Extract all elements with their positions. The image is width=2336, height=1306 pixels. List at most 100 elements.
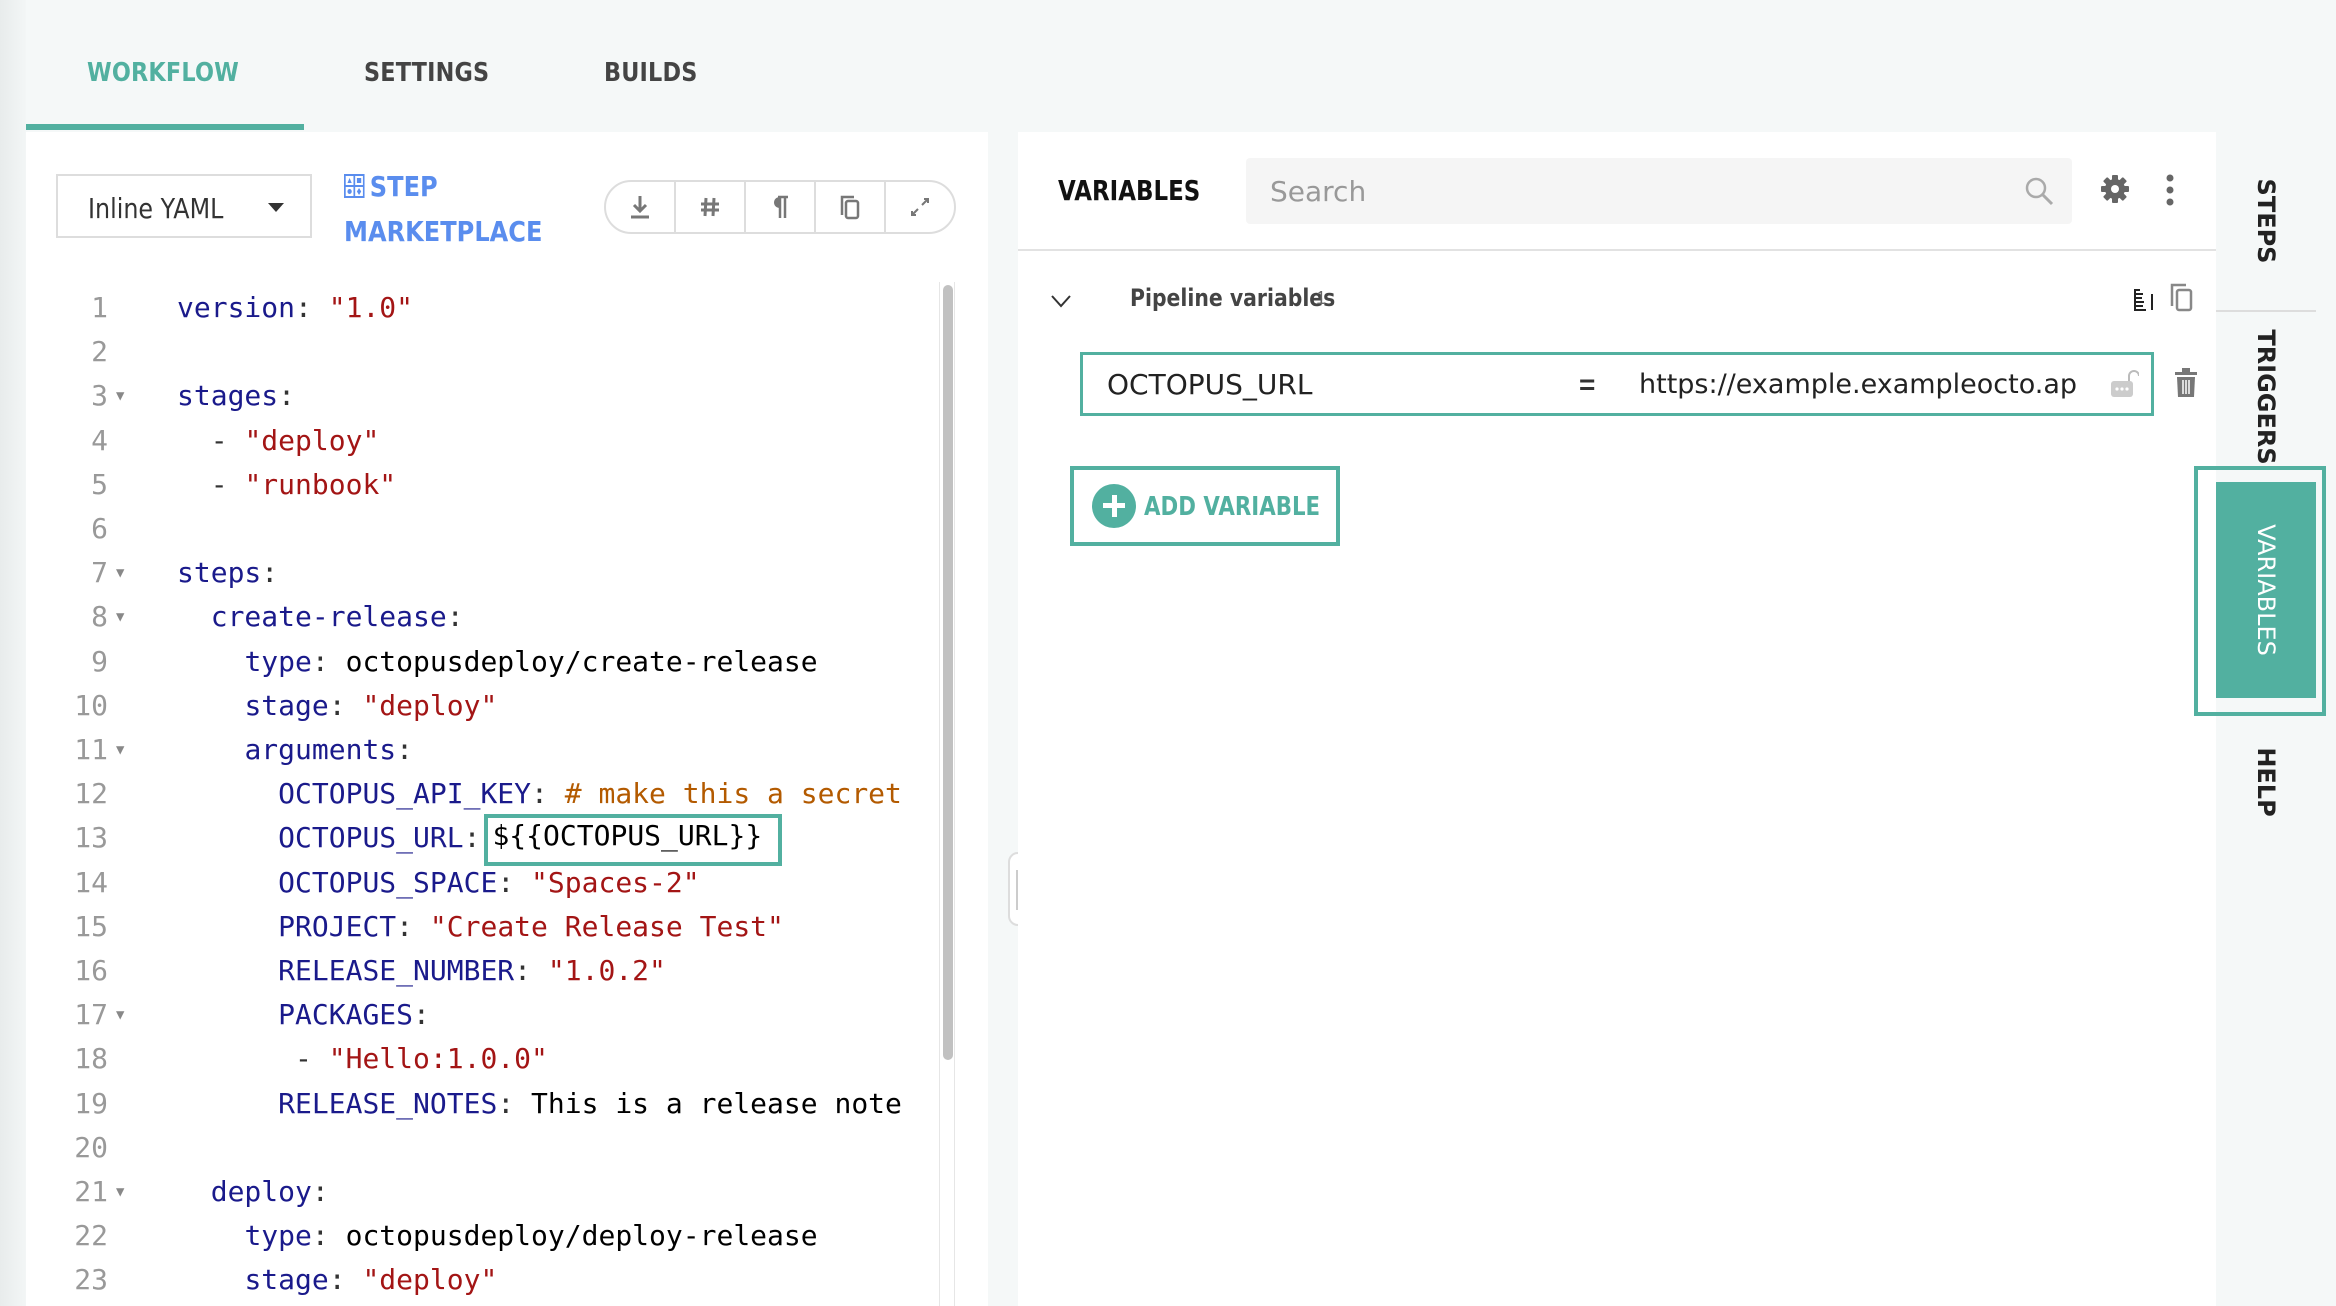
line-number: 12 [74,777,108,811]
show-whitespace-button[interactable] [744,182,814,232]
fold-toggle-icon[interactable]: ▼ [116,595,124,639]
code-line[interactable]: 23 stage: "deploy" [26,1258,946,1302]
download-button[interactable] [606,182,674,232]
line-number: 7 [91,556,108,590]
code-editor[interactable]: 1 version: "1.0" 2 3 ▼ stages: 4 - "deploy" 5 -… [26,282,946,1306]
code-line[interactable]: 18 - "Hello:1.0.0" [26,1037,946,1081]
trash-icon[interactable] [2174,368,2198,398]
code-text: stage: "deploy" [244,688,498,722]
expand-icon [911,198,929,216]
editor-mode-value: Inline YAML [88,192,224,225]
side-nav-help[interactable]: HELP [2216,722,2316,842]
code-line[interactable]: 17 ▼ PACKAGES: [26,993,946,1037]
code-text: stage: "deploy" [244,1263,498,1297]
variables-search-input[interactable] [1246,158,2006,224]
line-number: 21 [74,1175,108,1208]
code-text: OCTOPUS_API_KEY: # make this a secret [278,777,902,811]
code-line[interactable]: 12 OCTOPUS_API_KEY: # make this a secret [26,772,946,816]
fold-toggle-icon[interactable]: ▼ [116,993,124,1037]
gear-icon[interactable] [2100,174,2130,204]
side-nav-triggers[interactable]: TRIGGERS [2216,312,2316,482]
side-nav: STEPS TRIGGERS VARIABLES HELP [2194,132,2336,1306]
line-number: 20 [74,1130,108,1164]
pipeline-variables-group: Pipeline variables 1 [1050,282,2193,322]
code-line[interactable]: 13 OCTOPUS_URL: ${{OCTOPUS_URL}} [26,814,946,867]
code-text: arguments: [244,733,414,766]
code-text: version: "1.0" [177,291,414,324]
editor-toolbar [604,180,956,234]
code-text: RELEASE_NOTES: This is a release note [278,1086,902,1120]
code-text: - "Hello:1.0.0" [295,1042,548,1076]
line-number: 19 [74,1086,108,1120]
line-number: 14 [74,865,108,899]
editor-scrollbar[interactable] [939,282,955,1306]
side-nav-help-label: HELP [2252,747,2280,817]
equals-sign: = [1579,369,1596,400]
line-number: 3 [91,379,108,413]
variables-search [1246,158,2072,224]
code-text: type: octopusdeploy/deploy-release [244,1219,818,1253]
line-number: 9 [91,644,108,678]
editor-scrollbar-thumb[interactable] [943,285,953,1060]
line-number: 13 [74,821,108,855]
line-number: 5 [91,467,108,501]
code-text: OCTOPUS_SPACE: "Spaces-2" [278,865,700,899]
code-line[interactable]: 20 [26,1126,946,1170]
line-number: 17 [74,998,108,1032]
code-text: deploy: [210,1175,329,1208]
caret-down-icon [268,203,284,212]
more-options-icon[interactable] [2164,174,2176,206]
fold-toggle-icon[interactable]: ▼ [116,374,124,418]
side-nav-steps[interactable]: STEPS [2216,132,2316,310]
editor-mode-select[interactable]: Inline YAML [56,174,312,238]
line-numbers-button[interactable] [674,182,744,232]
add-variable-button[interactable]: ADD VARIABLE [1070,466,1340,546]
fold-toggle-icon[interactable]: ▼ [116,728,124,772]
active-tab-indicator [26,124,304,130]
variable-name-input[interactable] [1107,355,1567,413]
fold-toggle-icon[interactable]: ▼ [116,551,124,595]
line-number: 1 [91,291,108,324]
unlock-icon[interactable] [2109,369,2139,399]
chevron-down-icon[interactable] [1050,290,1072,312]
code-line[interactable]: 16 RELEASE_NUMBER: "1.0.2" [26,949,946,993]
code-line[interactable]: 22 type: octopusdeploy/deploy-release [26,1214,946,1258]
copy-button[interactable] [814,182,884,232]
code-line[interactable]: 3 ▼ stages: [26,374,946,418]
line-number: 16 [74,954,108,987]
code-line[interactable]: 8 ▼ create-release: [26,595,946,639]
marketplace-grid-icon [344,174,365,198]
code-line[interactable]: 14 OCTOPUS_SPACE: "Spaces-2" [26,861,946,905]
bulk-edit-icon[interactable] [2132,286,2158,316]
tab-workflow[interactable]: WORKFLOW [87,58,239,88]
code-line[interactable]: 21 ▼ deploy: [26,1170,946,1214]
expand-button[interactable] [884,182,954,232]
code-line[interactable]: 10 stage: "deploy" [26,684,946,728]
code-line[interactable]: 4 - "deploy" [26,419,946,463]
side-nav-steps-label: STEPS [2252,178,2280,264]
line-number: 8 [91,600,108,634]
tab-builds[interactable]: BUILDS [604,58,697,88]
code-line[interactable]: 6 [26,507,946,551]
copy-icon[interactable] [2168,282,2196,314]
code-line[interactable]: 11 ▼ arguments: [26,728,946,772]
code-line[interactable]: 5 - "runbook" [26,463,946,507]
fold-toggle-icon[interactable]: ▼ [116,1170,124,1214]
code-line[interactable]: 9 type: octopusdeploy/create-release [26,640,946,684]
line-number: 6 [91,512,108,545]
code-line[interactable]: 7 ▼ steps: [26,551,946,595]
pilcrow-icon [774,195,788,218]
line-number: 10 [74,688,108,722]
line-number: 11 [74,733,108,766]
code-text: create-release: [210,600,464,634]
code-line[interactable]: 1 version: "1.0" [26,286,946,330]
code-line[interactable]: 15 PROJECT: "Create Release Test" [26,905,946,949]
side-nav-triggers-label: TRIGGERS [2252,329,2280,465]
code-line[interactable]: 2 [26,330,946,374]
step-marketplace-link[interactable]: STEP MARKETPLACE [344,164,574,254]
tab-settings[interactable]: SETTINGS [364,58,489,88]
code-text: type: octopusdeploy/create-release [244,644,818,678]
variable-value-input[interactable] [1639,355,2079,413]
variables-panel: VARIABLES Pipeline variables 1 = ADD VAR… [1018,132,2216,1306]
code-line[interactable]: 19 RELEASE_NOTES: This is a release note [26,1082,946,1126]
